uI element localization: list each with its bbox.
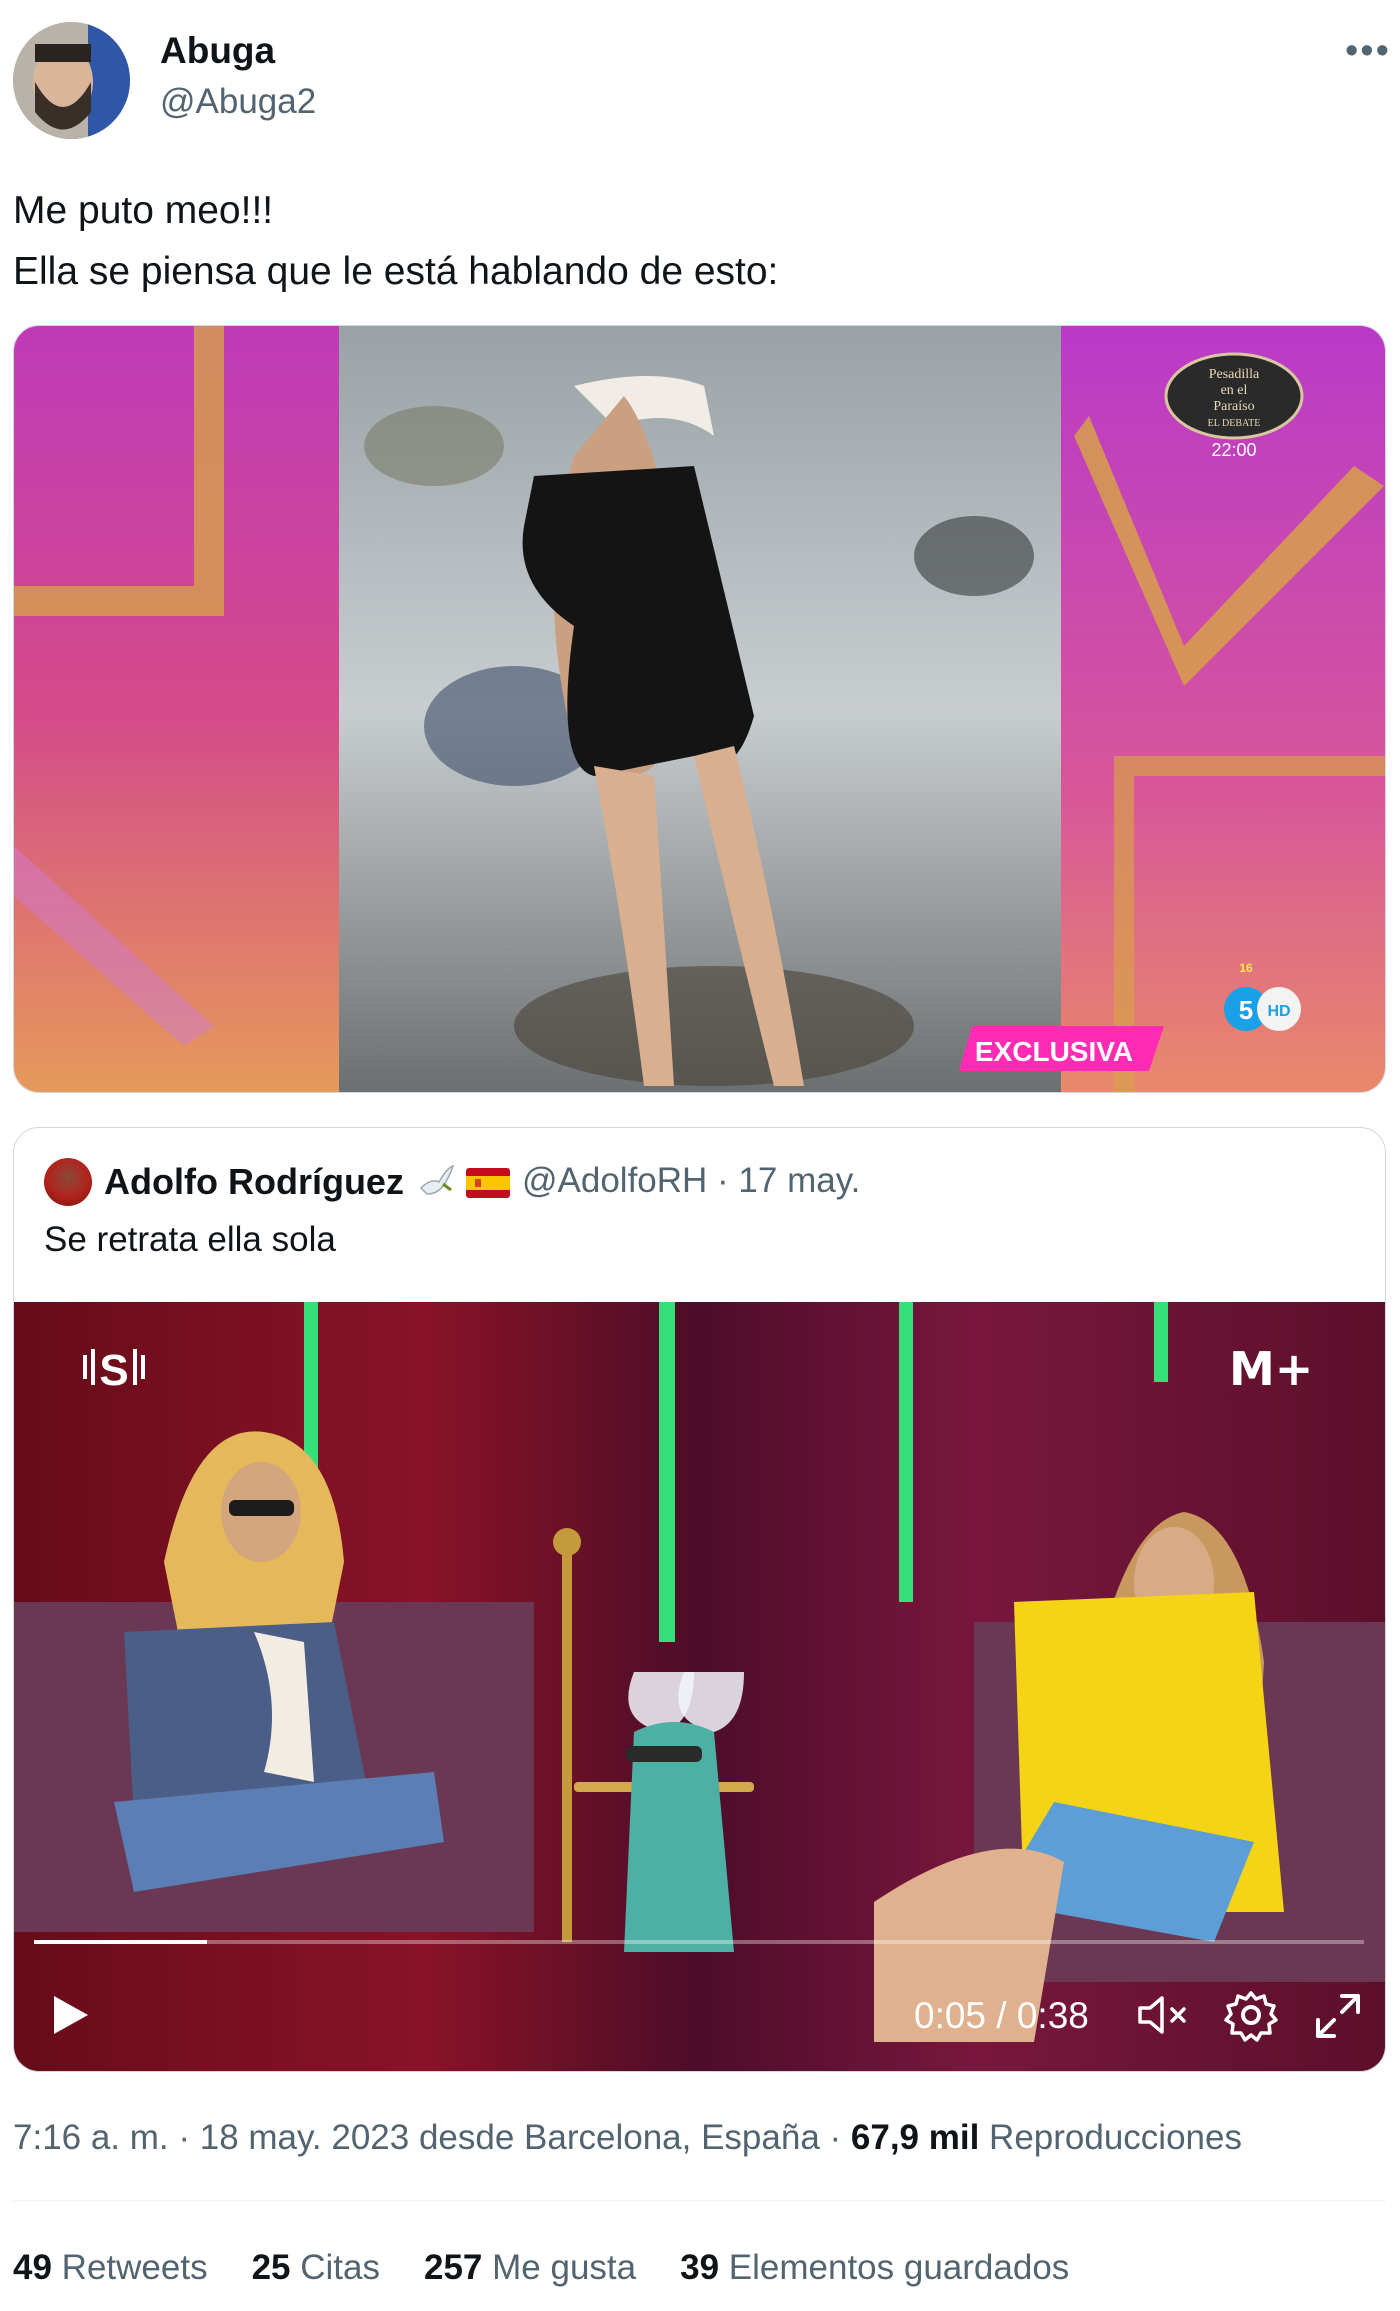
tweet-image[interactable]: Pesadilla en el Paraíso EL DEBATE 22:00 … xyxy=(13,325,1386,1093)
tweet-meta: 7:16 a. m. · 18 may. 2023 desde Barcelon… xyxy=(13,2118,1242,2158)
quoted-tweet-card[interactable]: Adolfo Rodríguez @AdolfoRH · 17 may. Se … xyxy=(13,1127,1386,2072)
exclusive-label: EXCLUSIVA xyxy=(975,1036,1133,1067)
time-overlay: 22:00 xyxy=(1211,440,1256,460)
logo-text-line: Paraíso xyxy=(1213,399,1254,414)
video-progress-fill xyxy=(34,1940,207,1944)
stat-label: Me gusta xyxy=(492,2248,637,2287)
movistar-plus-logo: M+ xyxy=(1229,1342,1314,1396)
quoted-video[interactable]: S M+ 0:05 / 0:38 xyxy=(14,1302,1385,2071)
views-count: 67,9 mil xyxy=(850,2118,980,2157)
mute-icon[interactable] xyxy=(1134,1990,1190,2040)
stat-likes[interactable]: 257 Me gusta xyxy=(424,2248,636,2288)
author-avatar-image xyxy=(13,22,130,139)
author-avatar[interactable] xyxy=(13,22,130,139)
age-badge: 16 xyxy=(1239,961,1253,975)
stat-label: Citas xyxy=(300,2248,380,2287)
tweet-timestamp[interactable]: 7:16 a. m. · 18 may. 2023 desde Barcelon… xyxy=(13,2118,851,2157)
channel-s-text: S xyxy=(99,1346,128,1395)
hd-badge: HD xyxy=(1267,1003,1290,1020)
stat-count: 257 xyxy=(424,2248,483,2287)
logo-text-line: en el xyxy=(1221,383,1248,398)
views-label: Reproducciones xyxy=(979,2118,1242,2157)
author-handle[interactable]: @Abuga2 xyxy=(160,82,316,122)
quoted-tweet-text: Se retrata ella sola xyxy=(44,1220,336,1259)
stat-quotes[interactable]: 25 Citas xyxy=(252,2248,380,2288)
stat-label: Elementos guardados xyxy=(728,2248,1070,2287)
tweet-text: Me puto meo!!! Ella se piensa que le est… xyxy=(13,180,778,302)
stat-count: 39 xyxy=(680,2248,720,2287)
divider xyxy=(13,2200,1386,2201)
video-progress-bar[interactable] xyxy=(34,1940,1364,1944)
video-frame xyxy=(14,1302,1385,2071)
logo-text-line: EL DEBATE xyxy=(1208,418,1261,429)
author-name[interactable]: Abuga xyxy=(160,30,275,72)
tweet-stats: 49 Retweets 25 Citas 257 Me gusta 39 Elemen… xyxy=(13,2248,1113,2288)
dove-icon xyxy=(419,1164,455,1195)
quoted-author-handle-date[interactable]: @AdolfoRH · 17 may. xyxy=(522,1161,860,1201)
stat-count: 25 xyxy=(251,2248,291,2287)
play-icon[interactable] xyxy=(44,1990,94,2040)
tweet-text-line: Me puto meo!!! xyxy=(13,189,274,232)
spain-flag-icon xyxy=(466,1168,510,1198)
stat-bookmarks[interactable]: 39 Elementos guardados xyxy=(680,2248,1069,2288)
tweet-text-line: Ella se piensa que le está hablando de e… xyxy=(13,250,779,293)
more-options-icon[interactable]: ••• xyxy=(1345,30,1391,73)
fullscreen-icon[interactable] xyxy=(1312,1990,1364,2042)
video-time: 0:05 / 0:38 xyxy=(914,1995,1089,2036)
quoted-author-avatar[interactable] xyxy=(44,1158,92,1206)
channel-s-icon: S xyxy=(83,1346,145,1395)
stat-count: 49 xyxy=(13,2248,52,2287)
quoted-author-name[interactable]: Adolfo Rodríguez xyxy=(104,1161,404,1203)
channel-badge: 5 xyxy=(1239,995,1253,1025)
stat-label: Retweets xyxy=(61,2248,208,2287)
logo-text-line: Pesadilla xyxy=(1209,367,1260,382)
tv-screenshot-image: Pesadilla en el Paraíso EL DEBATE 22:00 … xyxy=(14,326,1385,1092)
settings-gear-icon[interactable] xyxy=(1224,1988,1278,2042)
stat-retweets[interactable]: 49 Retweets xyxy=(13,2248,208,2288)
